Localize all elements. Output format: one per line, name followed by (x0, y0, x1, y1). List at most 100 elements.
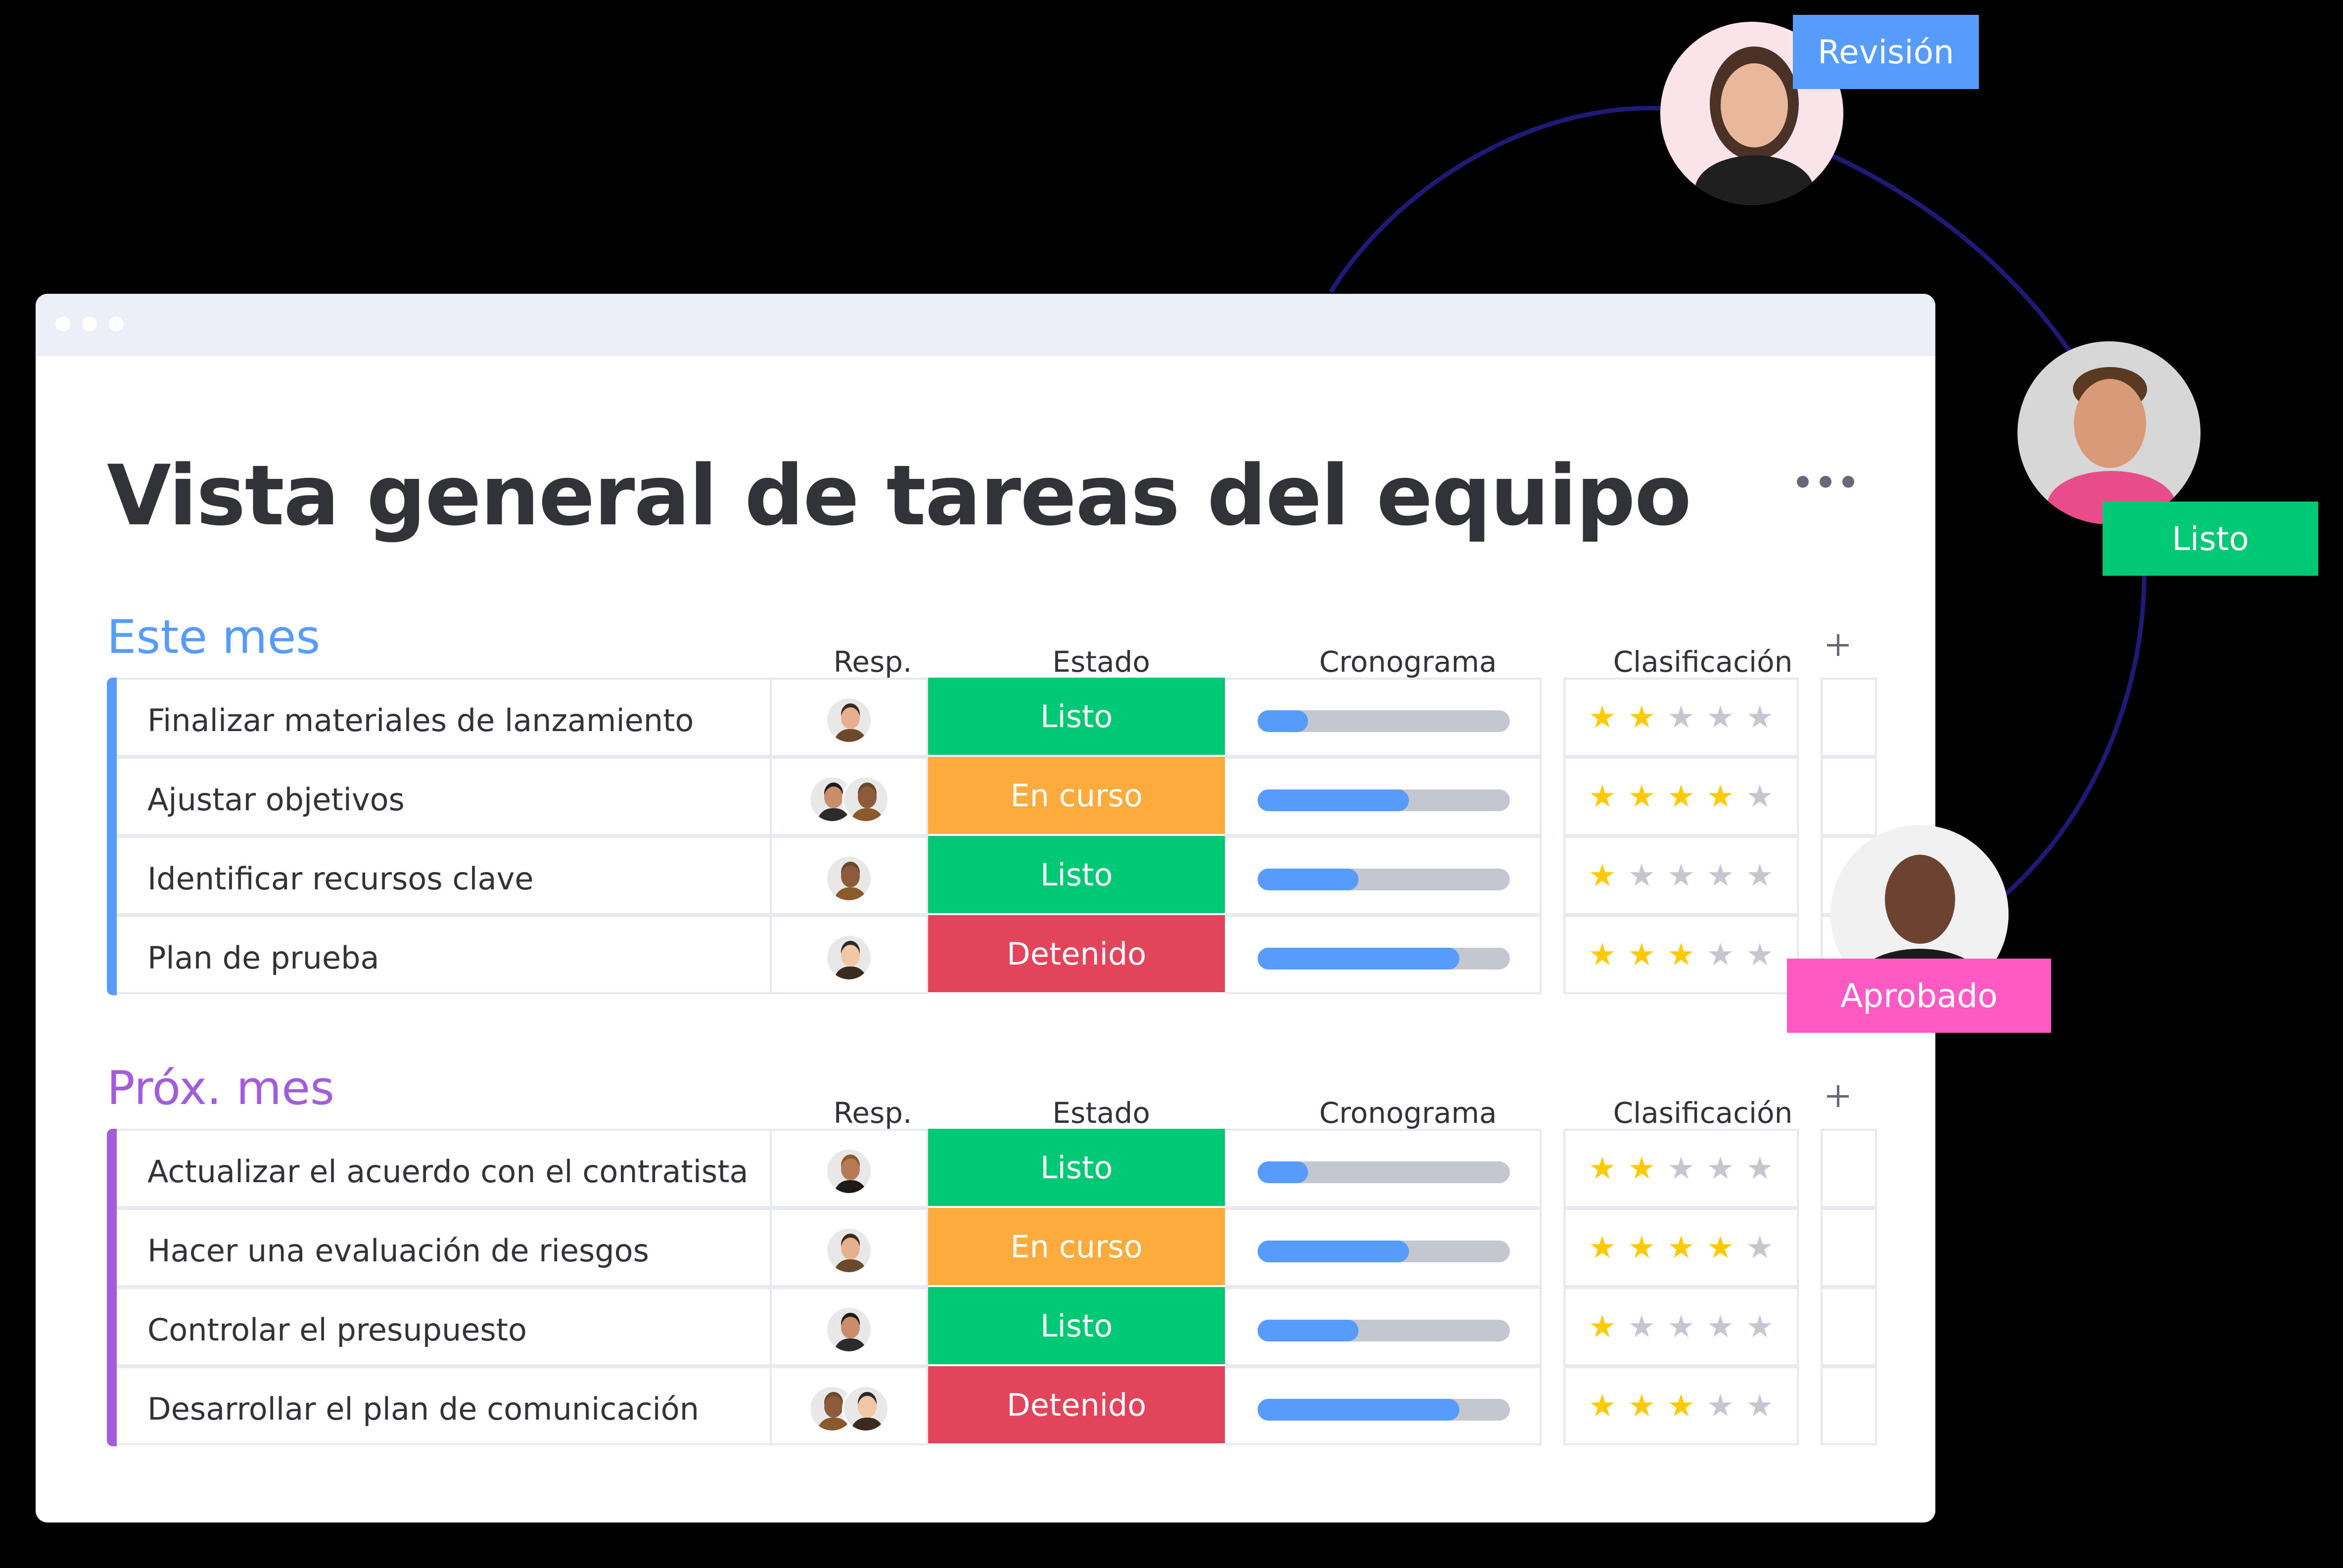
task-cell[interactable]: Ajustar objetivos (117, 757, 770, 836)
column-header-resp[interactable]: Resp. (834, 645, 912, 679)
star-icon[interactable]: ★ (1707, 1311, 1734, 1342)
star-icon[interactable]: ★ (1589, 1153, 1616, 1184)
timeline-cell[interactable] (1225, 678, 1542, 757)
star-icon[interactable]: ★ (1589, 1232, 1616, 1263)
status-label[interactable]: En curso (928, 1208, 1225, 1287)
rating-cell[interactable]: ★ ★ ★ ★ ★ (1563, 1366, 1799, 1445)
star-icon[interactable]: ★ (1628, 1232, 1656, 1263)
task-cell[interactable]: Controlar el presupuesto (117, 1287, 770, 1366)
rating-cell[interactable]: ★ ★ ★ ★ ★ (1563, 1129, 1799, 1208)
avatar[interactable] (825, 696, 873, 744)
empty-cell[interactable] (1821, 1208, 1877, 1287)
star-icon[interactable]: ★ (1667, 939, 1695, 970)
star-icon[interactable]: ★ (1746, 1153, 1774, 1184)
star-icon[interactable]: ★ (1628, 860, 1656, 891)
empty-cell[interactable] (1821, 1287, 1877, 1366)
resp-cell[interactable] (770, 836, 928, 915)
star-icon[interactable]: ★ (1707, 1390, 1734, 1421)
star-icon[interactable]: ★ (1746, 1232, 1774, 1263)
avatar[interactable] (825, 1306, 873, 1353)
status-label[interactable]: Listo (928, 1287, 1225, 1366)
status-label[interactable]: Listo (928, 1129, 1225, 1208)
star-icon[interactable]: ★ (1746, 939, 1774, 970)
star-icon[interactable]: ★ (1707, 702, 1734, 733)
group-title[interactable]: Este mes (107, 610, 320, 664)
star-icon[interactable]: ★ (1746, 1390, 1774, 1421)
column-header-cronograma[interactable]: Cronograma (1319, 645, 1497, 679)
more-options-icon[interactable] (1797, 472, 1866, 492)
task-cell[interactable]: Hacer una evaluación de riesgos (117, 1208, 770, 1287)
avatar[interactable] (842, 776, 890, 823)
star-icon[interactable]: ★ (1628, 781, 1656, 812)
timeline-cell[interactable] (1225, 1287, 1542, 1366)
status-label[interactable]: Detenido (928, 915, 1225, 994)
star-icon[interactable]: ★ (1667, 860, 1695, 891)
resp-cell[interactable] (770, 757, 928, 836)
resp-cell[interactable] (770, 915, 928, 994)
resp-cell[interactable] (770, 1366, 928, 1445)
star-icon[interactable]: ★ (1589, 860, 1616, 891)
column-header-clasificacion[interactable]: Clasificación (1613, 645, 1793, 679)
status-label[interactable]: Listo (928, 678, 1225, 757)
star-icon[interactable]: ★ (1667, 1390, 1695, 1421)
timeline-cell[interactable] (1225, 836, 1542, 915)
star-icon[interactable]: ★ (1667, 1311, 1695, 1342)
add-column-icon[interactable] (1823, 630, 1853, 660)
star-icon[interactable]: ★ (1628, 1311, 1656, 1342)
star-icon[interactable]: ★ (1667, 1232, 1695, 1263)
star-icon[interactable]: ★ (1746, 702, 1774, 733)
task-cell[interactable]: Desarrollar el plan de comunicación (117, 1366, 770, 1445)
star-icon[interactable]: ★ (1707, 1153, 1734, 1184)
group-title[interactable]: Próx. mes (107, 1061, 334, 1115)
timeline-cell[interactable] (1225, 1366, 1542, 1445)
table-row[interactable]: Controlar el presupuesto Listo ★ ★ ★ ★ ★ (107, 1287, 1903, 1366)
star-icon[interactable]: ★ (1589, 702, 1616, 733)
star-icon[interactable]: ★ (1707, 781, 1734, 812)
rating-cell[interactable]: ★ ★ ★ ★ ★ (1563, 836, 1799, 915)
star-icon[interactable]: ★ (1707, 1232, 1734, 1263)
status-label[interactable]: En curso (928, 757, 1225, 836)
avatar[interactable] (825, 1148, 873, 1195)
avatar[interactable] (825, 934, 873, 981)
star-icon[interactable]: ★ (1589, 1311, 1616, 1342)
timeline-cell[interactable] (1225, 1129, 1542, 1208)
task-cell[interactable]: Plan de prueba (117, 915, 770, 994)
task-cell[interactable]: Identificar recursos clave (117, 836, 770, 915)
table-row[interactable]: Desarrollar el plan de comunicación Deten… (107, 1366, 1903, 1445)
avatar[interactable] (842, 1385, 890, 1432)
empty-cell[interactable] (1821, 757, 1877, 836)
table-row[interactable]: Ajustar objetivos En curso ★ ★ ★ ★ ★ (107, 757, 1903, 836)
star-icon[interactable]: ★ (1707, 939, 1734, 970)
table-row[interactable]: Actualizar el acuerdo con el contratista… (107, 1129, 1903, 1208)
timeline-cell[interactable] (1225, 915, 1542, 994)
status-label[interactable]: Detenido (928, 1366, 1225, 1445)
column-header-clasificacion[interactable]: Clasificación (1613, 1096, 1793, 1130)
column-header-cronograma[interactable]: Cronograma (1319, 1096, 1497, 1130)
timeline-cell[interactable] (1225, 1208, 1542, 1287)
star-icon[interactable]: ★ (1628, 939, 1656, 970)
avatar[interactable] (825, 1227, 873, 1274)
empty-cell[interactable] (1821, 1129, 1877, 1208)
star-icon[interactable]: ★ (1628, 1153, 1656, 1184)
star-icon[interactable]: ★ (1746, 1311, 1774, 1342)
rating-cell[interactable]: ★ ★ ★ ★ ★ (1563, 757, 1799, 836)
empty-cell[interactable] (1821, 678, 1877, 757)
star-icon[interactable]: ★ (1589, 1390, 1616, 1421)
star-icon[interactable]: ★ (1628, 702, 1656, 733)
rating-cell[interactable]: ★ ★ ★ ★ ★ (1563, 915, 1799, 994)
table-row[interactable]: Hacer una evaluación de riesgos En curso ★… (107, 1208, 1903, 1287)
add-column-icon[interactable] (1823, 1081, 1853, 1111)
rating-cell[interactable]: ★ ★ ★ ★ ★ (1563, 678, 1799, 757)
star-icon[interactable]: ★ (1667, 1153, 1695, 1184)
star-icon[interactable]: ★ (1589, 939, 1616, 970)
column-header-resp[interactable]: Resp. (834, 1096, 912, 1130)
task-cell[interactable]: Finalizar materiales de lanzamiento (117, 678, 770, 757)
resp-cell[interactable] (770, 678, 928, 757)
task-cell[interactable]: Actualizar el acuerdo con el contratista (117, 1129, 770, 1208)
avatar[interactable] (825, 855, 873, 902)
star-icon[interactable]: ★ (1667, 702, 1695, 733)
status-label[interactable]: Listo (928, 836, 1225, 915)
rating-cell[interactable]: ★ ★ ★ ★ ★ (1563, 1287, 1799, 1366)
table-row[interactable]: Identificar recursos clave Listo ★ ★ ★ ★ ★ (107, 836, 1903, 915)
table-row[interactable]: Plan de prueba Detenido ★ ★ ★ ★ ★ (107, 915, 1903, 994)
